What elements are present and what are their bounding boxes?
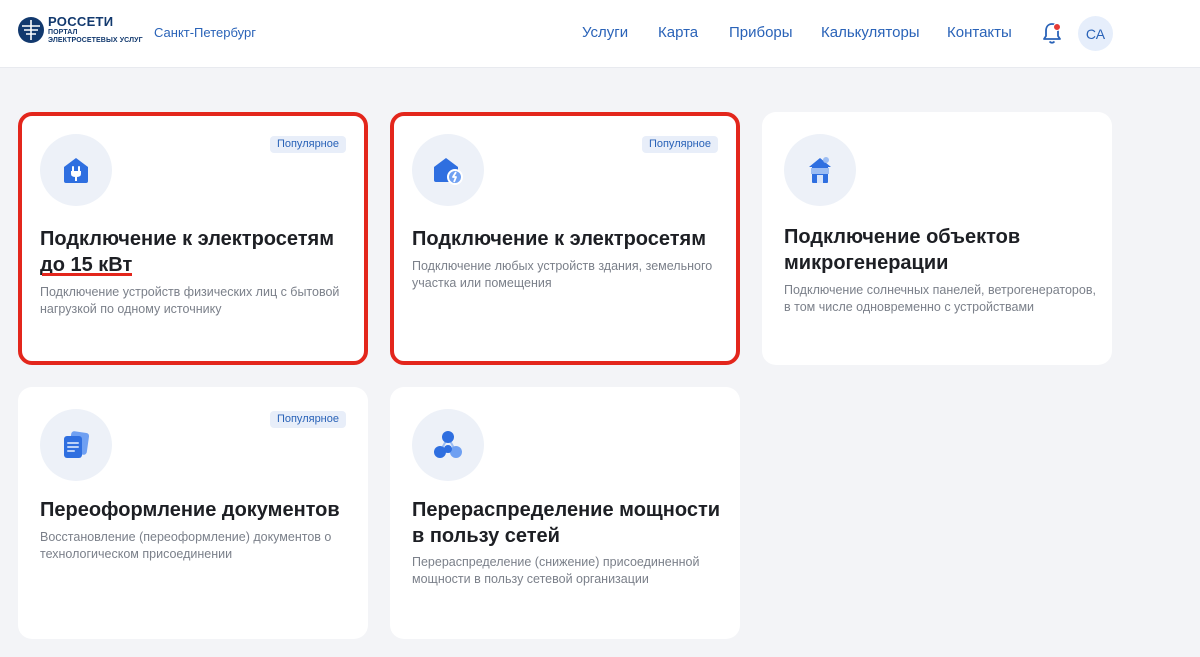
- service-card-reissue-documents[interactable]: Популярное Переоформление документов Вос…: [18, 387, 368, 639]
- service-card-connect-15kw[interactable]: Популярное Подключение к электросетям до…: [18, 112, 368, 365]
- documents-icon: [64, 431, 90, 458]
- network-nodes-icon: [434, 431, 462, 458]
- card-description: Восстановление (переоформление) документ…: [40, 530, 332, 561]
- notification-dot: [1053, 23, 1061, 31]
- card-description: Перераспределение (снижение) присоединен…: [412, 555, 700, 586]
- house-lightning-icon: [434, 158, 463, 185]
- service-card-microgeneration[interactable]: Подключение объектов микрогенерации Подк…: [762, 112, 1112, 365]
- card-description: Подключение солнечных панелей, ветрогене…: [784, 283, 1096, 314]
- city-selector[interactable]: Санкт-Петербург: [154, 25, 256, 40]
- logo-icon: [18, 17, 44, 43]
- card-title-line2: в пользу сетей: [412, 525, 560, 547]
- card-title: Подключение к электросетям: [412, 228, 706, 250]
- card-title: Подключение объектов: [784, 226, 1021, 248]
- nav-kontakty[interactable]: Контакты: [947, 24, 1012, 41]
- top-header: РОССЕТИ ПОРТАЛ ЭЛЕКТРОСЕТЕВЫХ УСЛУГ Санк…: [0, 0, 1200, 68]
- card-title: Подключение к электросетям: [40, 228, 334, 250]
- card-description: Подключение любых устройств здания, земе…: [412, 259, 713, 290]
- card-title: Перераспределение мощности: [412, 499, 721, 521]
- nav-kalkulyatory[interactable]: Калькуляторы: [821, 24, 920, 41]
- service-card-power-redistribution[interactable]: Перераспределение мощности в пользу сете…: [390, 387, 740, 639]
- nav-pribory[interactable]: Приборы: [729, 24, 793, 41]
- card-title: Переоформление документов: [40, 499, 340, 521]
- card-description: Подключение устройств физических лиц с б…: [40, 285, 340, 316]
- service-card-connect[interactable]: Популярное Подключение к электросетям По…: [390, 112, 740, 365]
- rosseti-logo[interactable]: РОССЕТИ ПОРТАЛ ЭЛЕКТРОСЕТЕВЫХ УСЛУГ: [16, 15, 143, 45]
- popular-badge: Популярное: [269, 411, 346, 428]
- card-title-line2: микрогенерации: [784, 252, 949, 274]
- popular-badge: Популярное: [269, 136, 346, 153]
- red-underline-annotation: [42, 273, 132, 276]
- nav-uslugi[interactable]: Услуги: [582, 24, 628, 41]
- house-plug-icon: [64, 158, 88, 183]
- logo-title: РОССЕТИ: [48, 14, 114, 29]
- logo-subtitle-2: ЭЛЕКТРОСЕТЕВЫХ УСЛУГ: [48, 37, 143, 44]
- logo-subtitle-1: ПОРТАЛ: [48, 29, 78, 36]
- user-avatar[interactable]: СА: [1078, 16, 1113, 51]
- popular-badge: Популярное: [641, 136, 718, 153]
- solar-house-icon: [809, 157, 831, 183]
- nav-karta[interactable]: Карта: [658, 24, 698, 41]
